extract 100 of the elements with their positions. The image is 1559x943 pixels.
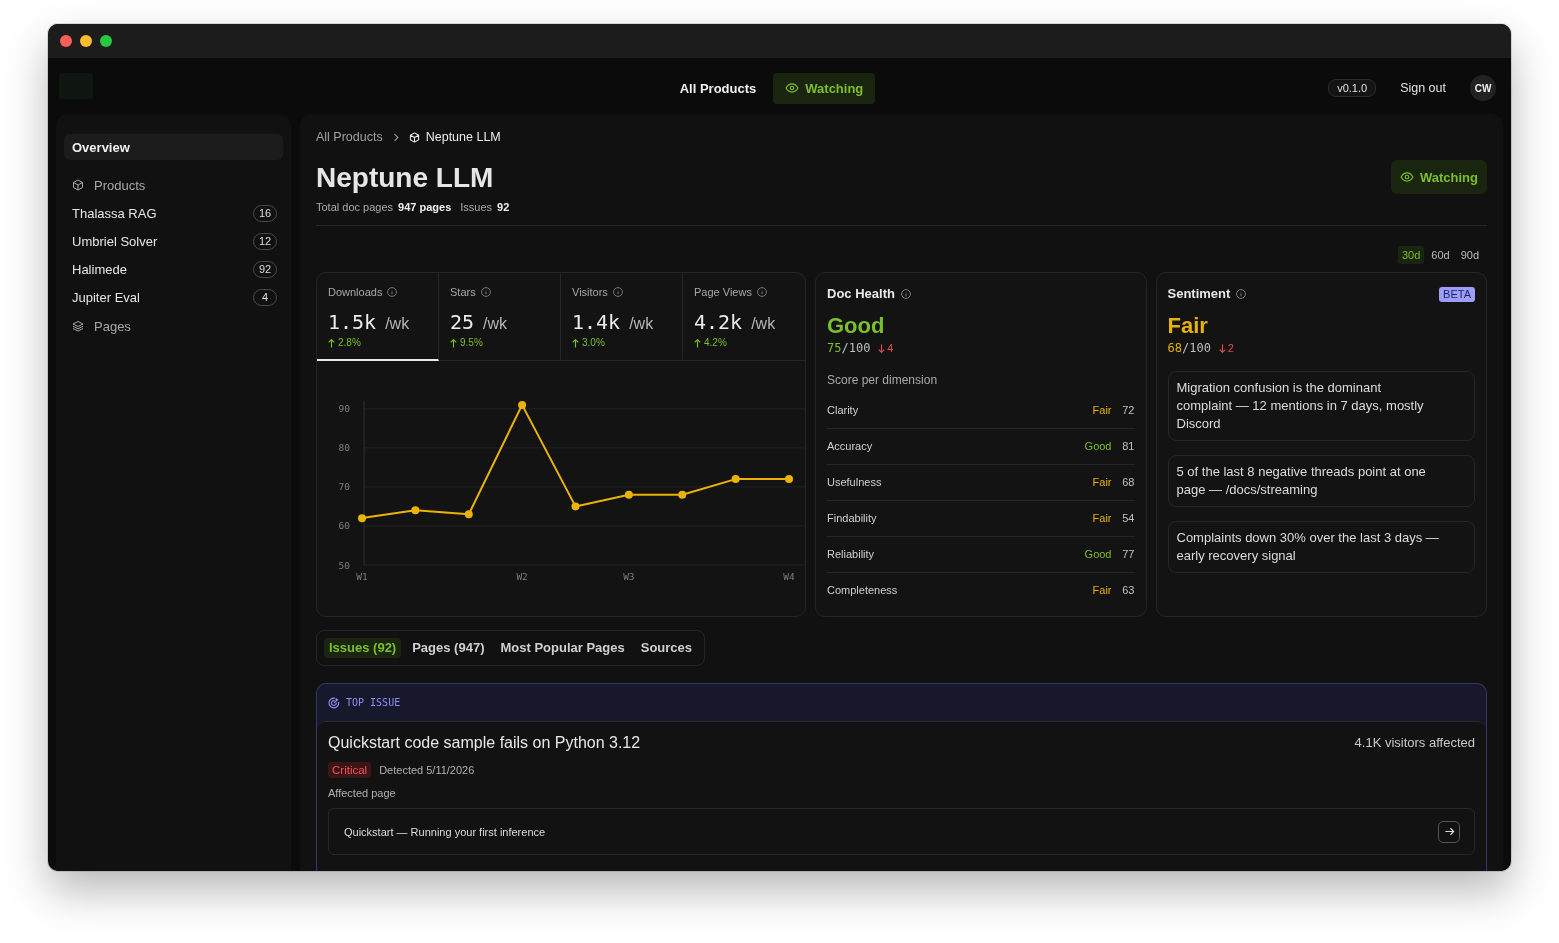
open-page-button[interactable] (1438, 820, 1460, 843)
user-avatar[interactable]: CW (1470, 75, 1496, 101)
section-label: TOP ISSUE (346, 697, 401, 708)
insight-card: Migration confusion is the dominant complaint — 12 mentions in 7 days, mostly Discord (1167, 371, 1475, 441)
dimension-rating: Fair (1092, 403, 1112, 417)
metric-tab[interactable]: Page Views 4.2k /wk 4.2% (683, 273, 805, 361)
metric-label: Downloads (328, 285, 383, 299)
sentiment-score: 68/100 (1167, 341, 1211, 355)
health-score: 75/100 (827, 341, 871, 355)
sign-out-link[interactable]: Sign out (1400, 81, 1446, 95)
y-axis-label: 60 (338, 520, 350, 532)
tab[interactable]: Sources (635, 638, 698, 658)
data-point (358, 514, 366, 523)
dimension-score: 77 (1121, 547, 1135, 561)
sidebar-item[interactable]: Umbriel Solver 12 (64, 227, 283, 255)
info-icon (612, 287, 623, 297)
dimension-score: 68 (1121, 475, 1135, 489)
metric-unit: /wk (629, 314, 654, 334)
x-axis-label: W4 (783, 571, 795, 582)
layers-icon (72, 320, 84, 332)
x-axis-label: W3 (623, 571, 635, 582)
dimension-name: Accuracy (827, 439, 873, 453)
y-axis-label: 90 (338, 403, 350, 415)
version-tag: v0.1.0 (1328, 79, 1377, 97)
product-name: Jupiter Eval (72, 289, 140, 305)
affected-page-title: Quickstart — Running your first inference (344, 825, 546, 838)
metric-value: 25 (450, 310, 475, 334)
dimension-rating: Fair (1092, 583, 1112, 597)
period-option[interactable]: 90d (1456, 246, 1483, 264)
metric-tab[interactable]: Visitors 1.4k /wk 3.0% (561, 273, 683, 361)
dimension-score: 54 (1121, 511, 1135, 525)
cube-icon (72, 179, 84, 191)
chevron-right-icon (392, 132, 399, 142)
metric-label: Visitors (572, 285, 608, 299)
sidebar-item[interactable]: Halimede 92 (64, 255, 283, 283)
x-axis-label: W2 (516, 571, 528, 582)
watching-button[interactable]: Watching (773, 72, 876, 104)
metric-change: 3.0% (582, 337, 605, 349)
cube-icon (408, 131, 420, 143)
sidebar-item[interactable]: Jupiter Eval 4 (64, 283, 283, 311)
section-label: Score per dimension (827, 372, 939, 388)
tab[interactable]: Issues (92) (324, 638, 402, 658)
insight-card: Complaints down 30% over the last 3 days — early recovery signal (1167, 521, 1475, 573)
breadcrumb-link[interactable]: All Products (316, 130, 383, 144)
minimize-button[interactable] (80, 35, 92, 47)
score-change: 4 (887, 341, 894, 355)
y-axis-label: 70 (338, 481, 350, 493)
info-icon (387, 287, 398, 297)
product-name: Umbriel Solver (72, 233, 158, 249)
y-axis-label: 50 (338, 559, 350, 571)
metric-change: 2.8% (338, 337, 361, 349)
data-point (785, 475, 793, 484)
sidebar-item[interactable]: Pages (64, 312, 283, 340)
dimension-name: Reliability (827, 547, 875, 561)
sentiment-rating: Fair (1167, 313, 1209, 339)
dimension-name: Completeness (827, 583, 898, 597)
metric-change: 9.5% (460, 337, 483, 349)
eye-icon (1400, 170, 1414, 184)
all-products-link[interactable]: All Products (679, 80, 757, 96)
dimension-name: Clarity (827, 403, 859, 417)
info-icon (756, 287, 767, 297)
dimension-rating: Good (1084, 439, 1112, 453)
metric-value: 1.4k (572, 310, 621, 334)
dimension-name: Usefulness (827, 475, 882, 489)
sidebar-section-header[interactable]: Products (64, 171, 283, 199)
dimension-rating: Fair (1092, 511, 1112, 525)
stat-value: 92 (497, 200, 510, 215)
detected-date: Detected 5/11/2026 (379, 764, 475, 776)
metric-unit: /wk (483, 314, 508, 334)
beta-tag: BETA (1439, 286, 1475, 302)
info-icon (1236, 289, 1247, 299)
stat-value: 947 pages (398, 200, 452, 215)
insight-card: 5 of the last 8 negative threads point at one page — /docs/streaming (1167, 455, 1475, 507)
page-title: Neptune LLM (316, 162, 495, 194)
data-point (571, 502, 580, 511)
dimension-rating: Good (1084, 547, 1112, 561)
tab[interactable]: Most Popular Pages (495, 638, 630, 658)
data-point (678, 490, 687, 499)
breadcrumb-link[interactable]: Neptune LLM (408, 130, 501, 144)
metric-label: Page Views (694, 285, 752, 299)
watching-button[interactable]: Watching (1391, 160, 1487, 194)
metric-tab[interactable]: Stars 25 /wk 9.5% (439, 273, 561, 361)
data-point (518, 400, 527, 409)
severity-tag: Critical (328, 762, 372, 778)
metric-tab[interactable]: Downloads 1.5k /wk 2.8% (317, 273, 439, 361)
period-option[interactable]: 30d (1397, 246, 1425, 264)
maximize-button[interactable] (100, 35, 112, 47)
period-option[interactable]: 60d (1427, 246, 1454, 264)
metric-change: 4.2% (704, 337, 727, 349)
metric-value: 1.5k (328, 310, 377, 334)
stat-label: Total doc pages (316, 200, 394, 215)
dimension-score: 63 (1121, 583, 1135, 597)
metric-unit: /wk (751, 314, 776, 334)
info-icon (480, 287, 491, 297)
x-axis-label: W1 (356, 571, 368, 582)
health-rating: Good (827, 313, 886, 339)
tab[interactable]: Pages (947) (407, 638, 490, 658)
sidebar-item[interactable]: Overview (64, 134, 283, 160)
sidebar-item[interactable]: Thalassa RAG 16 (64, 199, 283, 227)
close-button[interactable] (60, 35, 72, 47)
